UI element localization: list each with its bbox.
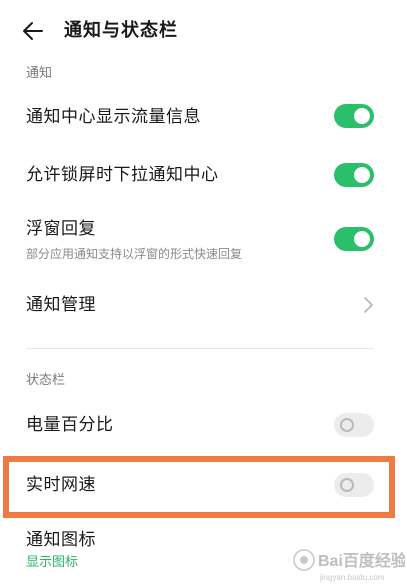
back-arrow-icon[interactable] xyxy=(20,18,46,44)
highlight-box xyxy=(3,456,395,518)
float-reply-toggle[interactable] xyxy=(334,227,374,251)
traffic-info-toggle[interactable] xyxy=(334,104,374,128)
row-lockscreen-pull[interactable]: 允许锁屏时下拉通知中心 xyxy=(0,153,407,197)
toggle-knob xyxy=(354,231,370,247)
toggle-knob xyxy=(354,108,370,124)
row-traffic-info[interactable]: 通知中心显示流量信息 xyxy=(0,95,407,139)
row-value: 显示图标 xyxy=(26,555,79,570)
chevron-right-icon xyxy=(362,296,374,314)
row-subtitle: 部分应用通知支持以浮窗的形式快速回复 xyxy=(26,247,243,261)
header-bar: 通知与状态栏 xyxy=(0,0,407,64)
row-notif-manage[interactable]: 通知管理 xyxy=(0,283,407,327)
watermark-text: Bai百度经验 xyxy=(318,551,405,570)
row-battery-percent[interactable]: 电量百分比 xyxy=(0,403,407,447)
row-title: 允许锁屏时下拉通知中心 xyxy=(26,165,219,185)
battery-percent-toggle[interactable] xyxy=(334,413,374,437)
section-label-statusbar: 状态栏 xyxy=(26,373,66,388)
watermark-sub: jingyan.baidu.com xyxy=(319,573,385,582)
row-title: 通知管理 xyxy=(26,295,96,315)
section-divider xyxy=(26,348,374,349)
baidu-watermark: Bai百度经验 jingyan.baidu.com xyxy=(290,542,405,584)
lockscreen-pull-toggle[interactable] xyxy=(334,163,374,187)
row-title: 电量百分比 xyxy=(26,415,114,435)
row-title: 浮窗回复 xyxy=(26,219,96,239)
section-label-notification: 通知 xyxy=(26,66,53,81)
toggle-knob xyxy=(354,167,370,183)
row-title: 通知图标 xyxy=(26,530,96,550)
page-title: 通知与状态栏 xyxy=(64,20,178,41)
row-float-reply[interactable]: 浮窗回复 部分应用通知支持以浮窗的形式快速回复 xyxy=(0,210,407,266)
row-title: 通知中心显示流量信息 xyxy=(26,107,201,127)
toggle-knob xyxy=(340,418,354,432)
